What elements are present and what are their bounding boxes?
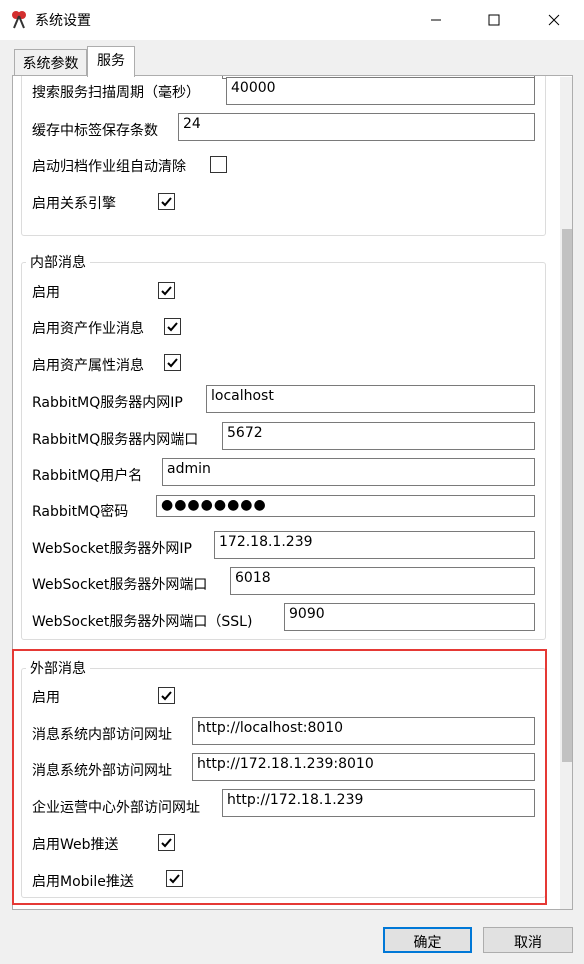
auto-clear-label: 启动归档作业组自动清除 bbox=[32, 159, 186, 175]
window-title: 系统设置 bbox=[35, 13, 91, 29]
scrollbar-thumb[interactable] bbox=[562, 229, 572, 762]
cache-count-input[interactable]: 24 bbox=[178, 113, 535, 141]
asset-job-label: 启用资产作业消息 bbox=[32, 321, 144, 337]
relation-engine-label: 启用关系引擎 bbox=[32, 196, 116, 212]
ws-ip-label: WebSocket服务器外网IP bbox=[32, 541, 192, 557]
minimize-button[interactable] bbox=[409, 0, 463, 40]
tab-strip: 系统参数 服务 bbox=[0, 40, 584, 77]
close-button[interactable] bbox=[527, 0, 581, 40]
mq-user-input[interactable]: admin bbox=[162, 458, 535, 486]
ws-port-label: WebSocket服务器外网端口 bbox=[32, 577, 208, 593]
mq-ip-label: RabbitMQ服务器内网IP bbox=[32, 395, 183, 411]
cache-count-label: 缓存中标签保存条数 bbox=[32, 123, 158, 139]
check-icon bbox=[161, 286, 172, 296]
mq-user-label: RabbitMQ用户名 bbox=[32, 468, 143, 484]
mq-ip-input[interactable]: localhost bbox=[206, 385, 535, 413]
asset-attr-checkbox[interactable] bbox=[164, 354, 181, 371]
internal-messages-legend: 内部消息 bbox=[26, 252, 90, 272]
relation-engine-checkbox[interactable] bbox=[158, 193, 175, 210]
auto-clear-checkbox[interactable] bbox=[210, 156, 227, 173]
tab-service[interactable]: 服务 bbox=[87, 46, 135, 77]
check-icon bbox=[167, 358, 178, 368]
search-period-label: 搜索服务扫描周期（毫秒） bbox=[32, 85, 200, 101]
internal-enable-checkbox[interactable] bbox=[158, 282, 175, 299]
mq-pass-label: RabbitMQ密码 bbox=[32, 504, 129, 520]
app-icon bbox=[12, 11, 26, 29]
check-icon bbox=[161, 197, 172, 207]
ws-ip-input[interactable]: 172.18.1.239 bbox=[214, 531, 535, 559]
minimize-icon bbox=[431, 19, 441, 21]
mq-pass-input[interactable]: ●●●●●●●● bbox=[156, 495, 535, 517]
vertical-scrollbar[interactable] bbox=[560, 77, 572, 909]
mq-port-label: RabbitMQ服务器内网端口 bbox=[32, 432, 199, 448]
title-bar: 系统设置 bbox=[0, 0, 584, 40]
internal-enable-label: 启用 bbox=[32, 285, 60, 301]
search-period-input[interactable]: 40000 bbox=[226, 77, 535, 105]
ws-ssl-label: WebSocket服务器外网端口（SSL) bbox=[32, 614, 253, 630]
cancel-button[interactable]: 取消 bbox=[483, 927, 573, 953]
ws-ssl-input[interactable]: 9090 bbox=[284, 603, 535, 631]
asset-job-checkbox[interactable] bbox=[164, 318, 181, 335]
external-messages-highlight bbox=[12, 649, 547, 905]
ws-port-input[interactable]: 6018 bbox=[230, 567, 535, 595]
tab-system-params[interactable]: 系统参数 bbox=[14, 49, 87, 75]
asset-attr-label: 启用资产属性消息 bbox=[32, 358, 144, 374]
ok-button[interactable]: 确定 bbox=[383, 927, 472, 953]
internal-messages-group: 内部消息 启用 启用资产作业消息 启用资产属性消息 RabbitMQ服务器内网I… bbox=[21, 252, 546, 640]
search-settings-group: 搜索服务扫描周期（毫秒） 40000 缓存中标签保存条数 24 启动归档作业组自… bbox=[21, 76, 546, 236]
check-icon bbox=[167, 322, 178, 332]
maximize-icon bbox=[488, 14, 500, 26]
close-icon bbox=[548, 14, 560, 26]
maximize-button[interactable] bbox=[467, 0, 521, 40]
mq-port-input[interactable]: 5672 bbox=[222, 422, 535, 450]
